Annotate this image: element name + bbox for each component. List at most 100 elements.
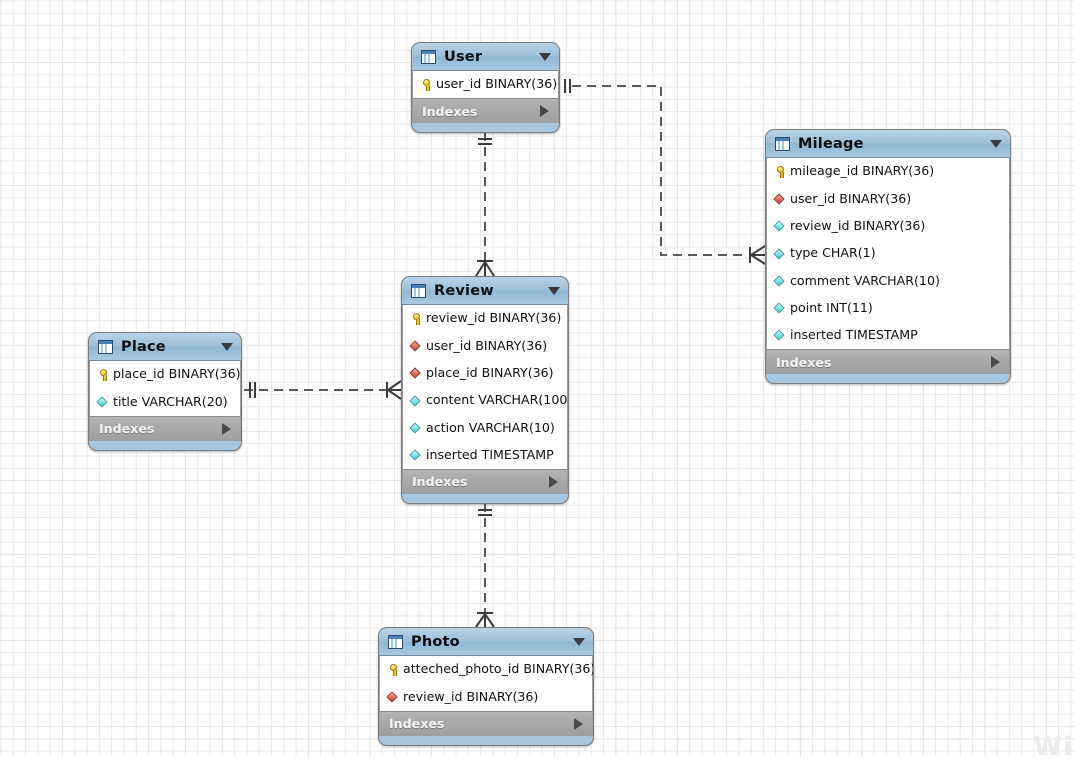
relationship-place-review <box>244 380 402 400</box>
column-icon <box>773 274 786 287</box>
foreign-key-icon <box>409 339 422 352</box>
table-indexes-user[interactable]: Indexes <box>412 98 559 124</box>
column-label: user_id BINARY(36) <box>436 76 558 92</box>
entity-table-photo[interactable]: Photo atteched_photo_id BINARY(36) revie… <box>378 627 594 746</box>
primary-key-icon <box>386 663 399 677</box>
column-icon <box>773 247 786 260</box>
table-row[interactable]: mileage_id BINARY(36) <box>767 158 1009 185</box>
chevron-down-icon[interactable] <box>539 52 551 61</box>
column-label: type CHAR(1) <box>790 245 876 261</box>
table-icon <box>388 634 403 649</box>
chevron-down-icon[interactable] <box>548 286 560 295</box>
column-label: inserted TIMESTAMP <box>426 446 554 462</box>
chevron-down-icon[interactable] <box>573 637 585 646</box>
table-icon <box>421 49 436 64</box>
table-indexes-photo[interactable]: Indexes <box>379 710 593 736</box>
table-columns-mileage: mileage_id BINARY(36) user_id BINARY(36)… <box>766 158 1010 350</box>
entity-table-user[interactable]: User user_id BINARY(36) Indexes <box>411 42 560 134</box>
watermark: Wi <box>1033 732 1073 762</box>
primary-key-icon <box>96 368 109 382</box>
indexes-label: Indexes <box>99 421 155 437</box>
column-label: review_id BINARY(36) <box>426 310 562 326</box>
table-title: Mileage <box>798 135 864 152</box>
table-row[interactable]: type CHAR(1) <box>767 240 1009 267</box>
table-row[interactable]: point INT(11) <box>767 294 1009 321</box>
column-label: review_id BINARY(36) <box>790 217 926 233</box>
column-label: review_id BINARY(36) <box>403 688 539 704</box>
indexes-label: Indexes <box>776 354 832 370</box>
chevron-right-icon[interactable] <box>222 422 231 435</box>
table-row[interactable]: user_id BINARY(36) <box>767 185 1009 212</box>
column-icon <box>773 220 786 233</box>
table-row[interactable]: review_id BINARY(36) <box>767 213 1009 240</box>
table-row[interactable]: atteched_photo_id BINARY(36) <box>380 656 594 683</box>
relationship-user-mileage <box>564 79 766 265</box>
column-label: atteched_photo_id BINARY(36) <box>403 661 594 677</box>
foreign-key-icon <box>386 690 399 703</box>
chevron-down-icon[interactable] <box>221 342 233 351</box>
column-label: place_id BINARY(36) <box>426 364 554 380</box>
table-columns-review: review_id BINARY(36) user_id BINARY(36) … <box>402 305 568 469</box>
column-icon <box>96 395 109 408</box>
entity-table-mileage[interactable]: Mileage mileage_id BINARY(36) user_id BI… <box>765 129 1011 385</box>
table-title: Photo <box>411 633 460 650</box>
relationship-user-review <box>475 132 495 277</box>
entity-table-place[interactable]: Place place_id BINARY(36) title VARCHAR(… <box>88 332 242 451</box>
chevron-right-icon[interactable] <box>540 105 549 118</box>
column-label: content VARCHAR(100) <box>426 392 569 408</box>
column-label: action VARCHAR(10) <box>426 419 555 435</box>
table-row[interactable]: inserted TIMESTAMP <box>767 322 1009 349</box>
indexes-label: Indexes <box>422 103 478 119</box>
column-label: inserted TIMESTAMP <box>790 327 918 343</box>
table-header-mileage[interactable]: Mileage <box>766 130 1010 158</box>
table-row[interactable]: user_id BINARY(36) <box>413 71 558 98</box>
entity-table-review[interactable]: Review review_id BINARY(36) user_id BINA… <box>401 276 569 504</box>
primary-key-icon <box>419 78 432 92</box>
table-title: User <box>444 48 483 65</box>
table-columns-user: user_id BINARY(36) <box>412 71 559 99</box>
column-label: user_id BINARY(36) <box>790 190 912 206</box>
table-row[interactable]: inserted TIMESTAMP <box>403 441 567 468</box>
table-header-user[interactable]: User <box>412 43 559 71</box>
chevron-right-icon[interactable] <box>549 475 558 488</box>
chevron-right-icon[interactable] <box>991 356 1000 369</box>
table-row[interactable]: title VARCHAR(20) <box>90 388 240 415</box>
column-label: comment VARCHAR(10) <box>790 272 940 288</box>
table-columns-photo: atteched_photo_id BINARY(36) review_id B… <box>379 656 593 711</box>
table-row[interactable]: review_id BINARY(36) <box>380 683 592 710</box>
table-title: Review <box>434 282 494 299</box>
indexes-label: Indexes <box>389 716 445 732</box>
table-header-place[interactable]: Place <box>89 333 241 361</box>
primary-key-icon <box>773 165 786 179</box>
table-icon <box>98 339 113 354</box>
table-row[interactable]: action VARCHAR(10) <box>403 414 567 441</box>
table-title: Place <box>121 338 166 355</box>
er-diagram-canvas[interactable]: User user_id BINARY(36) Indexes Mileage … <box>0 0 1075 762</box>
table-row[interactable]: comment VARCHAR(10) <box>767 267 1009 294</box>
chevron-down-icon[interactable] <box>990 139 1002 148</box>
column-label: mileage_id BINARY(36) <box>790 163 935 179</box>
table-icon <box>411 283 426 298</box>
chevron-right-icon[interactable] <box>574 717 583 730</box>
relationship-review-photo <box>475 503 495 628</box>
table-indexes-review[interactable]: Indexes <box>402 468 568 494</box>
table-icon <box>775 136 790 151</box>
indexes-label: Indexes <box>412 474 468 490</box>
column-icon <box>773 302 786 315</box>
table-row[interactable]: place_id BINARY(36) <box>403 360 567 387</box>
foreign-key-icon <box>773 192 786 205</box>
table-indexes-place[interactable]: Indexes <box>89 415 241 441</box>
column-icon <box>409 421 422 434</box>
table-row[interactable]: content VARCHAR(100) <box>403 387 569 414</box>
foreign-key-icon <box>409 367 422 380</box>
table-indexes-mileage[interactable]: Indexes <box>766 349 1010 375</box>
table-header-review[interactable]: Review <box>402 277 568 305</box>
column-label: point INT(11) <box>790 299 873 315</box>
column-icon <box>773 329 786 342</box>
primary-key-icon <box>409 312 422 326</box>
table-row[interactable]: user_id BINARY(36) <box>403 332 567 359</box>
column-label: user_id BINARY(36) <box>426 337 548 353</box>
table-row[interactable]: place_id BINARY(36) <box>90 361 241 388</box>
table-header-photo[interactable]: Photo <box>379 628 593 656</box>
table-row[interactable]: review_id BINARY(36) <box>403 305 567 332</box>
